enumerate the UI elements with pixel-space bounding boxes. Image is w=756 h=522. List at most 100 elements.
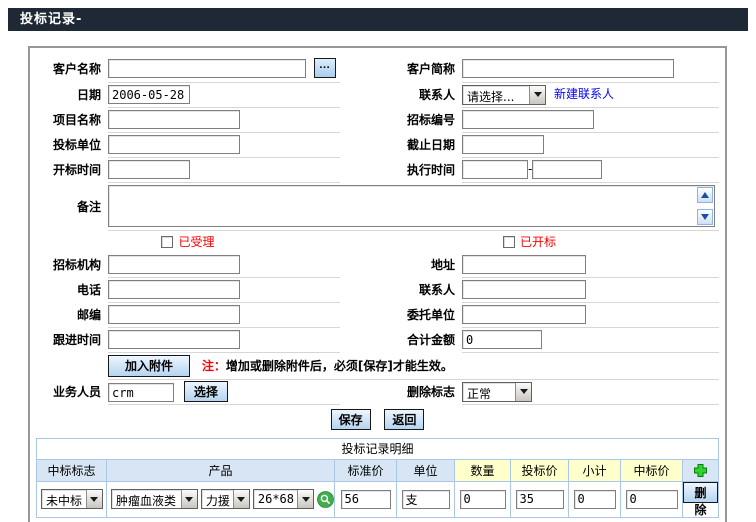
product-spec-value: 26*68 xyxy=(254,490,297,508)
contact-select[interactable]: 请选择... xyxy=(462,85,546,105)
product-name-value: 力援 xyxy=(202,490,233,508)
customer-short-label: 客户简称 xyxy=(340,55,462,82)
salesperson-select-button[interactable]: 选择 xyxy=(184,381,228,402)
product-name-select[interactable]: 力援 xyxy=(201,489,250,509)
total-amount-label: 合计金额 xyxy=(340,327,462,352)
row-project-bidno: 项目名称 招标编号 xyxy=(36,107,719,132)
attachment-note-text: 增加或删除附件后，必须[保存]才能生效。 xyxy=(226,359,453,373)
col-header-add xyxy=(683,459,719,481)
bid-number-label: 招标编号 xyxy=(340,107,462,132)
entrust-unit-input[interactable] xyxy=(462,305,586,324)
save-button[interactable]: 保存 xyxy=(331,409,371,430)
postcode-input[interactable] xyxy=(108,305,240,324)
col-header-unit: 单位 xyxy=(397,459,455,481)
bid-unit-label: 投标单位 xyxy=(36,132,108,157)
open-time-input[interactable] xyxy=(108,160,190,179)
subtotal-input[interactable] xyxy=(574,490,616,509)
customer-name-label: 客户名称 xyxy=(36,55,108,82)
detail-header-row: 中标标志 产品 标准价 单位 数量 投标价 小计 中标价 xyxy=(37,459,719,481)
remark-scrollbar[interactable] xyxy=(696,187,713,225)
remark-textarea[interactable] xyxy=(108,185,715,227)
salesperson-input[interactable] xyxy=(108,383,174,402)
row-salesperson-deleteflag: 业务人员 选择 删除标志 正常 xyxy=(36,379,719,404)
follow-time-input[interactable] xyxy=(108,330,240,349)
bid-form: 客户名称 ··· 客户简称 日期 联系人 请选择... 新建联系人 xyxy=(36,55,719,405)
attachment-note-prefix: 注： xyxy=(202,359,226,373)
salesperson-label: 业务人员 xyxy=(36,379,108,404)
product-search-icon[interactable] xyxy=(317,491,334,508)
win-flag-select[interactable]: 未中标 xyxy=(41,489,103,509)
delete-flag-label: 删除标志 xyxy=(340,379,462,404)
chevron-down-icon xyxy=(529,86,545,104)
date-input[interactable] xyxy=(108,85,190,104)
row-checkboxes: 已受理 已开标 xyxy=(36,230,719,252)
opened-checkbox[interactable] xyxy=(503,236,515,248)
quantity-input[interactable] xyxy=(460,490,506,509)
bid-price-cell xyxy=(511,481,569,517)
chevron-down-icon xyxy=(181,490,197,508)
address-input[interactable] xyxy=(462,255,586,274)
contact-select-value: 请选择... xyxy=(463,86,529,104)
bid-detail-table: 投标记录明细 中标标志 产品 标准价 单位 数量 投标价 小计 中标价 未中标 xyxy=(36,438,719,518)
bid-unit-input[interactable] xyxy=(108,135,240,154)
agency-input[interactable] xyxy=(108,255,240,274)
row-bidunit-deadline: 投标单位 截止日期 xyxy=(36,132,719,157)
customer-name-input[interactable] xyxy=(108,59,306,78)
scroll-up-icon[interactable] xyxy=(697,187,713,203)
customer-picker-button[interactable]: ··· xyxy=(314,58,336,78)
row-remark: 备注 xyxy=(36,182,719,230)
phone-input[interactable] xyxy=(108,280,240,299)
scroll-down-icon[interactable] xyxy=(697,209,713,225)
unit-input[interactable] xyxy=(402,490,450,509)
row-phone-contact: 电话 联系人 xyxy=(36,277,719,302)
delete-flag-select[interactable]: 正常 xyxy=(462,382,532,402)
chevron-down-icon xyxy=(86,490,102,508)
postcode-label: 邮编 xyxy=(36,302,108,327)
delete-row-button[interactable]: 删除 xyxy=(683,482,718,503)
project-name-input[interactable] xyxy=(108,110,240,129)
entrust-unit-label: 委托单位 xyxy=(340,302,462,327)
col-header-bid-price: 投标价 xyxy=(511,459,569,481)
win-flag-cell: 未中标 xyxy=(37,481,107,517)
col-header-win-price: 中标价 xyxy=(621,459,683,481)
bid-number-input[interactable] xyxy=(462,110,594,129)
delete-cell: 删除 xyxy=(683,481,719,517)
chevron-down-icon xyxy=(515,383,531,401)
row-date-contact: 日期 联系人 请选择... 新建联系人 xyxy=(36,82,719,107)
deadline-label: 截止日期 xyxy=(340,132,462,157)
phone-label: 电话 xyxy=(36,277,108,302)
accepted-checkbox[interactable] xyxy=(161,236,173,248)
col-header-quantity: 数量 xyxy=(455,459,511,481)
add-attachment-button[interactable]: 加入附件 xyxy=(108,355,190,377)
back-button[interactable]: 返回 xyxy=(384,409,424,430)
subtotal-cell xyxy=(569,481,621,517)
col-header-win-flag: 中标标志 xyxy=(37,459,107,481)
total-amount-input[interactable] xyxy=(462,330,542,349)
product-category-value: 肿瘤血液类 xyxy=(112,490,181,508)
row-postcode-entrust: 邮编 委托单位 xyxy=(36,302,719,327)
open-time-label: 开标时间 xyxy=(36,157,108,182)
form-actions: 保存 返回 xyxy=(36,405,719,435)
product-category-select[interactable]: 肿瘤血液类 xyxy=(111,489,198,509)
opened-checkbox-label: 已开标 xyxy=(520,235,556,249)
quantity-cell xyxy=(455,481,511,517)
contact-person-input[interactable] xyxy=(462,280,586,299)
win-price-cell xyxy=(621,481,683,517)
customer-short-input[interactable] xyxy=(462,59,674,78)
win-price-input[interactable] xyxy=(626,490,678,509)
bid-price-input[interactable] xyxy=(516,490,564,509)
deadline-input[interactable] xyxy=(462,135,544,154)
contact-select-label: 联系人 xyxy=(340,82,462,107)
product-spec-select[interactable]: 26*68 xyxy=(253,489,314,509)
exec-time-to-input[interactable] xyxy=(532,160,602,179)
add-row-icon[interactable] xyxy=(694,464,707,477)
new-contact-link[interactable]: 新建联系人 xyxy=(554,87,614,101)
agency-label: 招标机构 xyxy=(36,252,108,277)
row-opentime-exectime: 开标时间 执行时间 - xyxy=(36,157,719,182)
exec-time-from-input[interactable] xyxy=(462,160,528,179)
project-name-label: 项目名称 xyxy=(36,107,108,132)
standard-price-input[interactable] xyxy=(341,490,391,509)
attachment-note: 注：增加或删除附件后，必须[保存]才能生效。 xyxy=(202,359,453,373)
col-header-product: 产品 xyxy=(107,459,335,481)
row-follow-total: 跟进时间 合计金额 xyxy=(36,327,719,352)
